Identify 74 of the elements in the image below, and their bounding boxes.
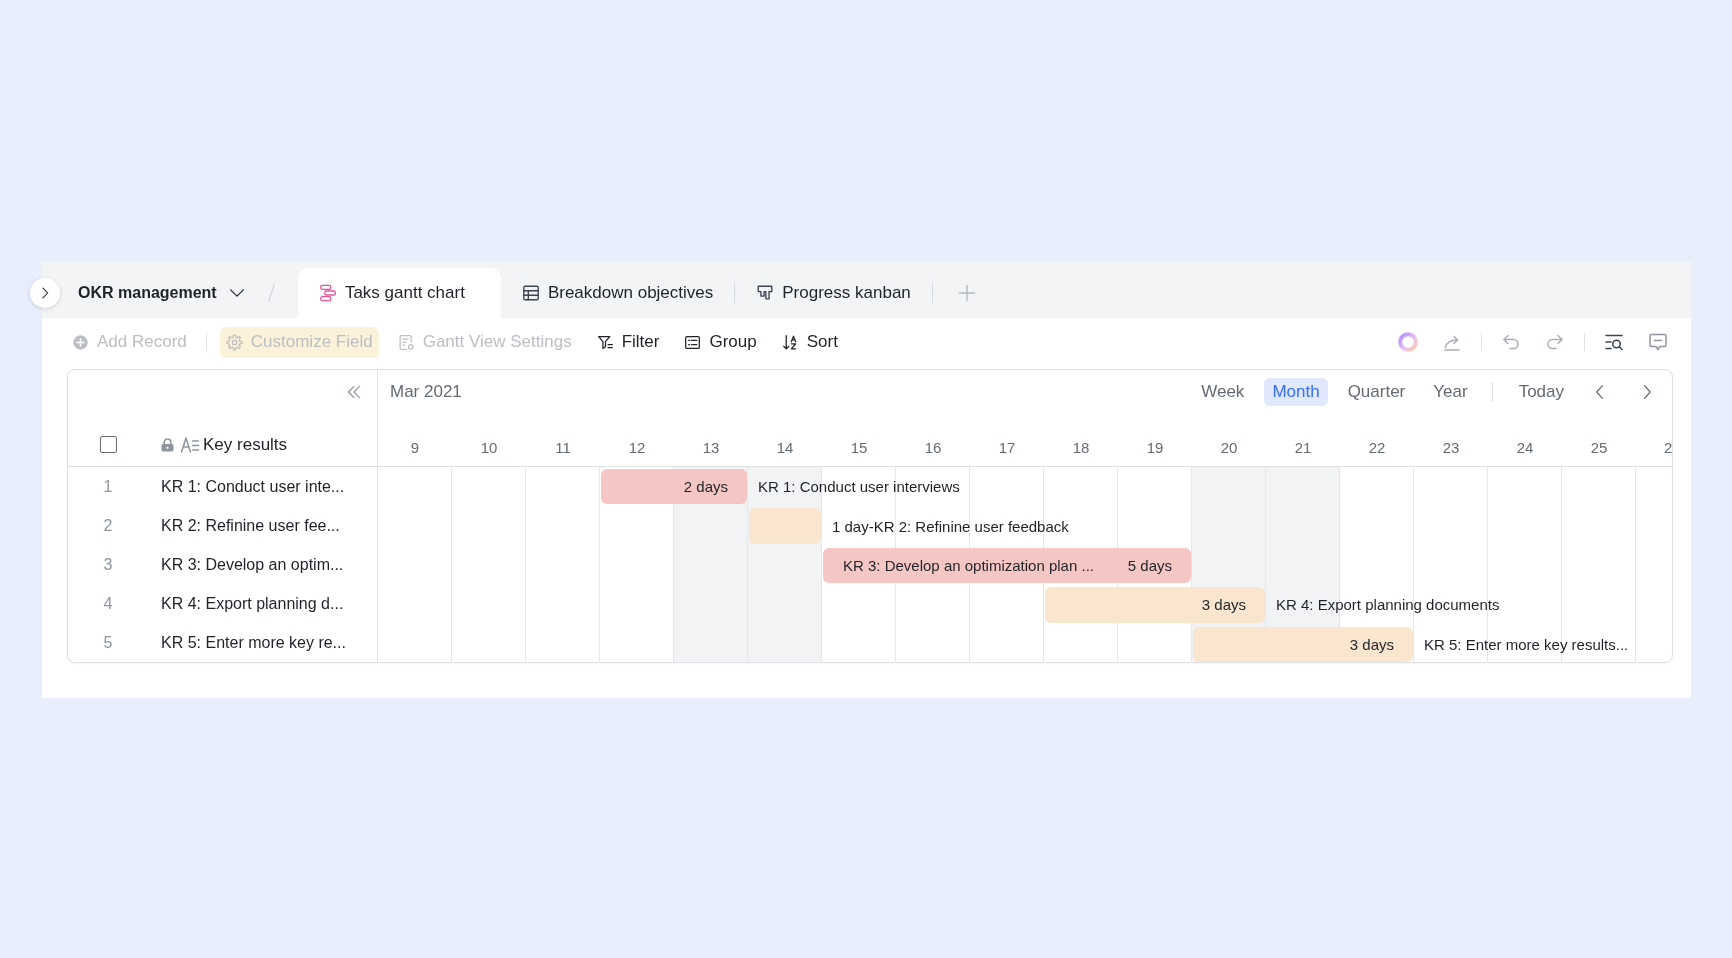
month-label: Mar 2021: [390, 382, 462, 402]
timescale-button[interactable]: Quarter: [1339, 378, 1414, 406]
day-label: 15: [849, 438, 869, 456]
document-gear-icon: [397, 333, 415, 351]
day-label: 10: [479, 438, 499, 456]
gantt-bar[interactable]: 3 days: [1045, 587, 1265, 623]
timescale-button[interactable]: Month: [1264, 378, 1328, 406]
collapse-icon[interactable]: [346, 384, 362, 400]
row-number: 4: [102, 594, 114, 613]
list-icon: [684, 333, 702, 351]
bar-label: KR 4: Export planning documents: [1276, 595, 1500, 616]
column-header: Key results: [203, 434, 288, 455]
plus-icon[interactable]: [957, 284, 976, 302]
base-menu-button[interactable]: OKR management: [78, 268, 245, 318]
day-label: 20: [1219, 438, 1239, 456]
undo-icon[interactable]: [1501, 332, 1521, 352]
day-label: 9: [409, 438, 421, 456]
bar-label: KR 5: Enter more key results...: [1424, 634, 1629, 655]
gear-icon: [225, 333, 243, 351]
bar-label: 1 day-KR 2: Refinine user feedback: [832, 516, 1069, 537]
toolbar-button[interactable]: Group: [678, 326, 763, 358]
bar-duration: 3 days: [1349, 635, 1394, 653]
day-label: 12: [627, 438, 647, 456]
timescale-button[interactable]: Year: [1425, 378, 1476, 406]
day-label: 24: [1515, 438, 1535, 456]
gantt-bar[interactable]: KR 3: Develop an optimization plan ... 5 days: [823, 547, 1191, 584]
sort-icon: [781, 333, 799, 351]
ring-icon[interactable]: [1398, 332, 1418, 352]
bar-duration: 5 days: [1127, 556, 1172, 574]
today-button[interactable]: Today: [1510, 378, 1572, 406]
gantt-bar[interactable]: 2 days: [601, 469, 747, 505]
day-label: 22: [1367, 438, 1387, 456]
text-field-icon: [180, 434, 200, 455]
day-label: 18: [1071, 438, 1091, 456]
row-number: 1: [102, 477, 114, 496]
select-all-checkbox[interactable]: [99, 436, 117, 453]
row-title: KR 5: Enter more key re...: [160, 633, 346, 652]
day-label: 2: [1663, 438, 1672, 456]
row-number: 2: [102, 516, 114, 535]
bar-duration: 2 days: [683, 478, 728, 496]
filter-icon: [596, 333, 614, 351]
row-title: KR 4: Export planning d...: [160, 594, 344, 613]
bar-title: KR 3: Develop an optimization plan ...: [843, 556, 1094, 574]
day-label: 14: [775, 438, 795, 456]
bar-duration: 3 days: [1201, 596, 1246, 614]
gantt-bar[interactable]: 3 days: [1193, 626, 1413, 662]
day-label: 16: [923, 438, 943, 456]
day-label: 25: [1589, 438, 1609, 456]
table-icon: [521, 284, 540, 302]
row-title: KR 1: Conduct user inte...: [160, 477, 345, 496]
gantt-icon: [318, 284, 337, 302]
day-label: 13: [701, 438, 721, 456]
search-list-icon[interactable]: [1604, 332, 1624, 352]
day-label: 19: [1145, 438, 1165, 456]
toolbar-button[interactable]: Filter: [590, 326, 666, 358]
row-title: KR 3: Develop an optim...: [160, 555, 344, 574]
plus-circle-icon: [72, 333, 89, 351]
bar-label: KR 1: Conduct user interviews: [758, 477, 960, 498]
day-label: 11: [554, 438, 572, 456]
comment-icon[interactable]: [1648, 332, 1668, 352]
view-tab[interactable]: Progress kanban: [735, 268, 932, 318]
toolbar-button[interactable]: Sort: [775, 326, 844, 358]
view-tab[interactable]: Breakdown objectives: [500, 268, 735, 318]
row-number: 5: [102, 633, 114, 652]
row-number: 3: [102, 555, 114, 574]
timescale-button[interactable]: Week: [1193, 378, 1253, 406]
day-label: 21: [1293, 438, 1313, 456]
redo-icon[interactable]: [1545, 332, 1565, 352]
kanban-icon: [756, 284, 775, 302]
row-title: KR 2: Refinine user fee...: [160, 516, 340, 535]
view-tab[interactable]: Taks gantt chart: [297, 268, 501, 318]
day-label: 17: [997, 438, 1017, 456]
day-label: 23: [1441, 438, 1461, 456]
expand-button[interactable]: [30, 278, 60, 308]
